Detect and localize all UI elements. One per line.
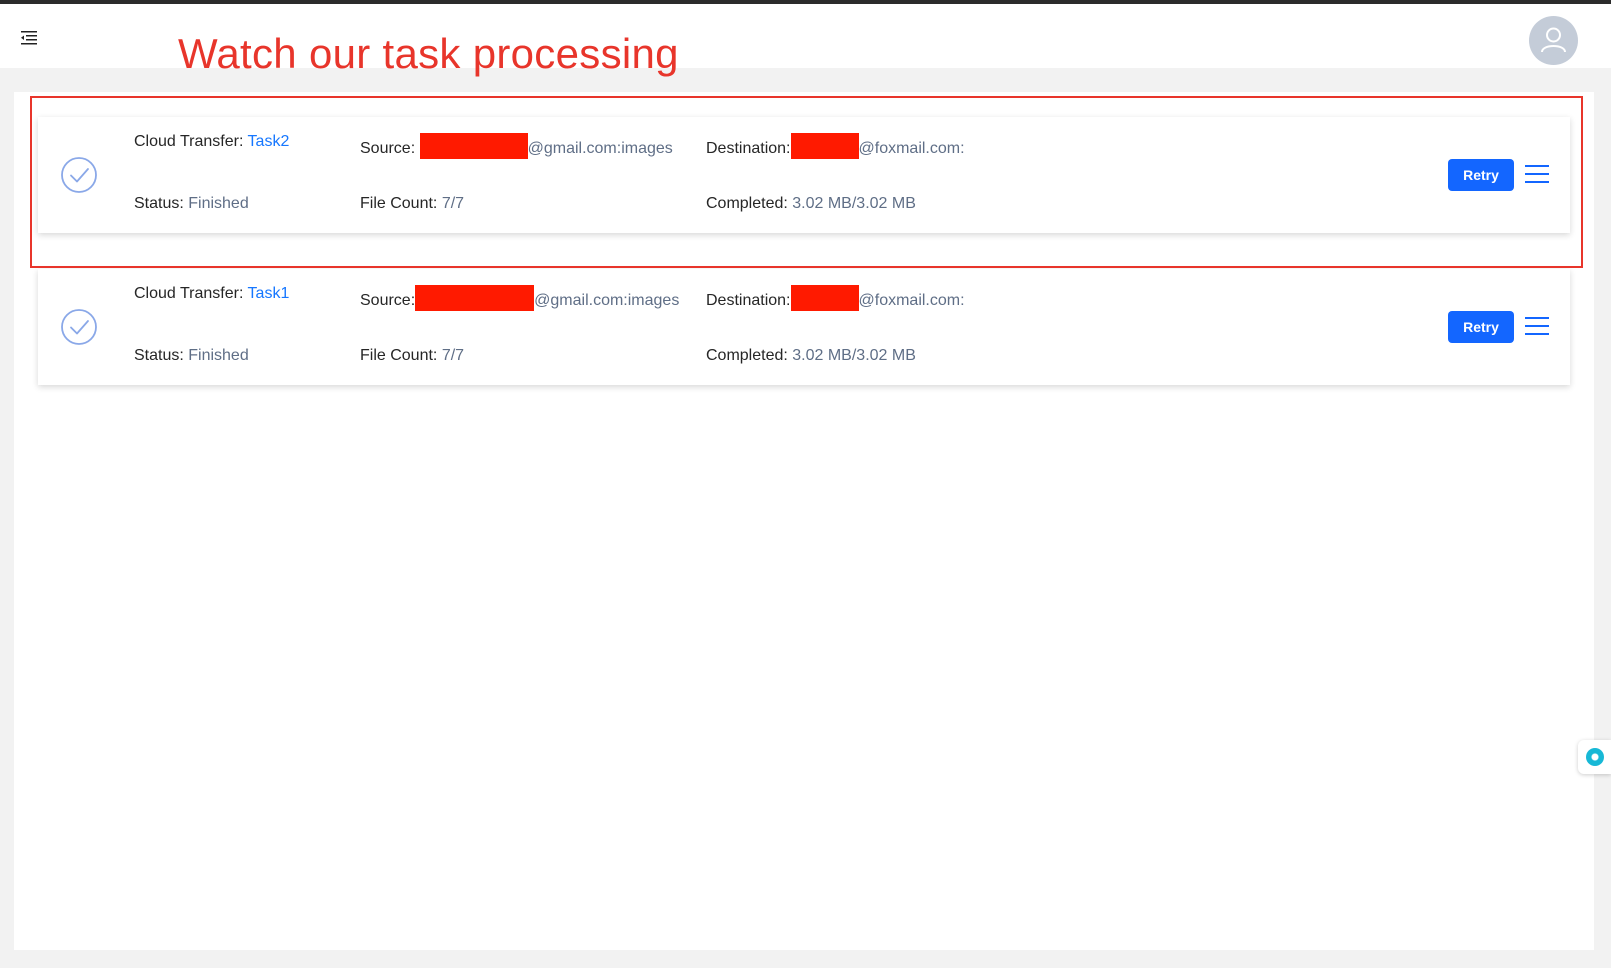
cloud-transfer-label: Cloud Transfer: [134,285,248,302]
user-icon [1541,27,1566,53]
status-field: Status: Finished [134,347,249,365]
completed-label: Completed: [706,347,793,364]
completed-value: 3.02 MB/3.02 MB [792,347,916,364]
hamburger-menu-icon[interactable] [1525,315,1549,337]
destination-field: Destination: @foxmail.com: [706,285,965,311]
retry-button[interactable]: Retry [1448,311,1514,343]
floating-assistant-button[interactable] [1578,740,1611,774]
source-field: Source: @gmail.com:images [360,285,679,311]
top-header: Watch our task processing [0,4,1611,77]
annotation-title: Watch our task processing [178,30,679,77]
task-name-link[interactable]: Task1 [248,285,290,302]
destination-value: @foxmail.com: [858,292,965,309]
file-count-value: 7/7 [441,347,465,364]
task-card: Cloud Transfer: Task1 Source: @gmail.com:… [38,269,1570,385]
redacted-block [790,285,859,311]
status-value: Finished [188,347,249,364]
file-count-label: File Count: [360,347,442,364]
redacted-block [415,285,535,311]
assistant-bubble-icon [1586,748,1604,766]
user-avatar[interactable] [1529,16,1578,65]
destination-label: Destination: [706,292,791,309]
cloud-transfer-field: Cloud Transfer: Task1 [134,285,289,303]
check-circle-icon [61,309,97,345]
indent-menu-icon[interactable] [18,26,40,48]
completed-field: Completed: 3.02 MB/3.02 MB [706,347,916,365]
status-label: Status: [134,347,189,364]
source-label: Source: [360,292,416,309]
file-count-field: File Count: 7/7 [360,347,464,365]
annotation-highlight-box [30,96,1583,268]
source-value: @gmail.com:images [534,292,680,309]
